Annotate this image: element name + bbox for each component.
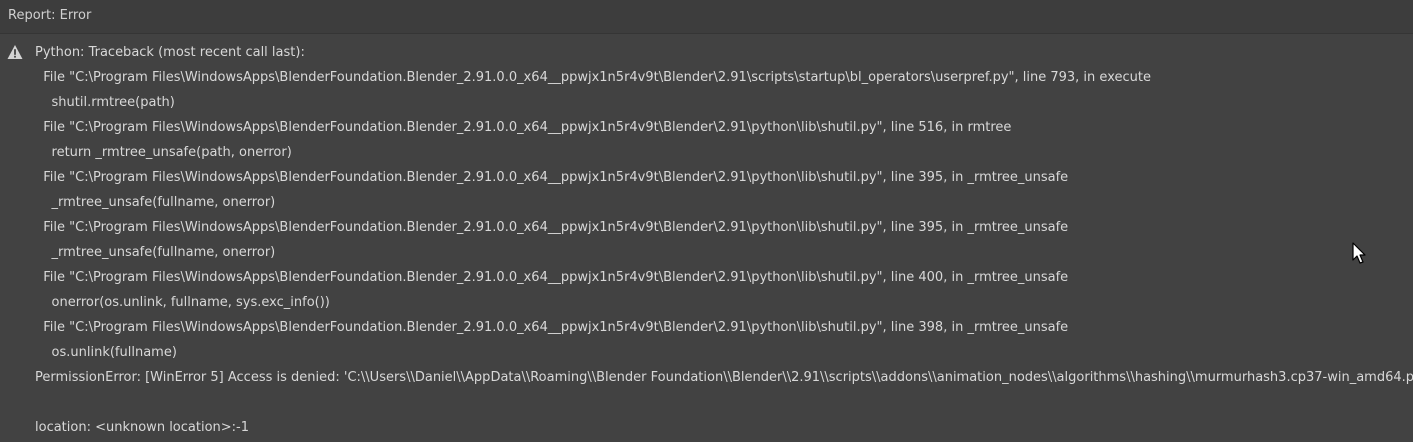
report-line: PermissionError: [WinError 5] Access is … — [35, 370, 1413, 385]
report-line: File "C:\Program Files\WindowsApps\Blend… — [35, 220, 1069, 235]
report-line: onerror(os.unlink, fullname, sys.exc_inf… — [35, 295, 330, 310]
report-line: File "C:\Program Files\WindowsApps\Blend… — [35, 120, 1012, 135]
report-line: _rmtree_unsafe(fullname, onerror) — [35, 195, 276, 210]
report-line: return _rmtree_unsafe(path, onerror) — [35, 145, 292, 160]
report-line: location: <unknown location>:-1 — [35, 420, 250, 435]
report-line: _rmtree_unsafe(fullname, onerror) — [35, 245, 276, 260]
report-line: shutil.rmtree(path) — [35, 95, 175, 110]
report-line: File "C:\Program Files\WindowsApps\Blend… — [35, 320, 1069, 335]
report-line: Python: Traceback (most recent call last… — [35, 45, 305, 60]
report-title: Report: Error — [8, 8, 92, 23]
warning-icon — [7, 45, 23, 59]
report-line: File "C:\Program Files\WindowsApps\Blend… — [35, 170, 1069, 185]
mouse-cursor-icon — [1352, 242, 1366, 264]
report-line: os.unlink(fullname) — [35, 345, 177, 360]
report-titlebar: Report: Error — [0, 0, 1413, 34]
report-line: File "C:\Program Files\WindowsApps\Blend… — [35, 270, 1069, 285]
report-line: File "C:\Program Files\WindowsApps\Blend… — [35, 70, 1151, 85]
